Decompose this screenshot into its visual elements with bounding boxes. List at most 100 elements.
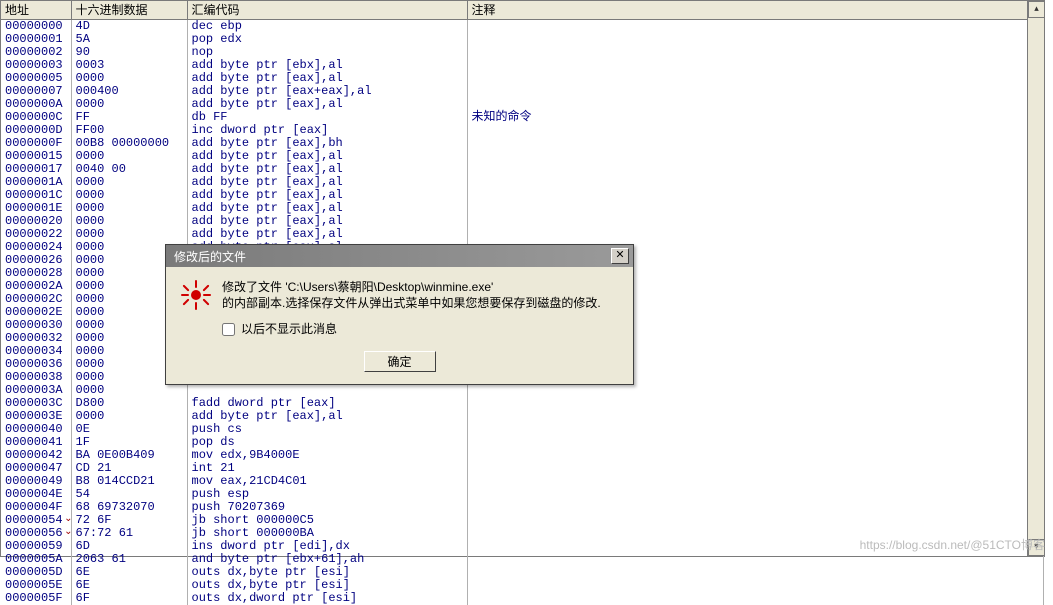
table-row[interactable]: 00000056⌄67:72 61jb short 000000BA bbox=[1, 527, 1044, 540]
cell-address: 00000056⌄ bbox=[1, 527, 71, 540]
table-row[interactable]: 00000042BA 0E00B409mov edx,9B4000E bbox=[1, 449, 1044, 462]
ok-button[interactable]: 确定 bbox=[364, 351, 436, 372]
table-row[interactable]: 0000003A0000 bbox=[1, 384, 1044, 397]
table-row[interactable]: 00000007000400add byte ptr [eax+eax],al bbox=[1, 85, 1044, 98]
dialog-close-button[interactable]: ✕ bbox=[611, 248, 629, 264]
cell-hex: 0000 bbox=[71, 176, 187, 189]
table-row[interactable]: 000000220000add byte ptr [eax],al bbox=[1, 228, 1044, 241]
cell-comment bbox=[467, 150, 1044, 163]
cell-address: 00000007 bbox=[1, 85, 71, 98]
cell-comment bbox=[467, 488, 1044, 501]
table-row[interactable]: 0000004E54push esp bbox=[1, 488, 1044, 501]
table-row[interactable]: 000000596Dins dword ptr [edi],dx bbox=[1, 540, 1044, 553]
col-header-address[interactable]: 地址 bbox=[1, 1, 71, 19]
cell-address: 00000020 bbox=[1, 215, 71, 228]
cell-address: 0000000D bbox=[1, 124, 71, 137]
table-row[interactable]: 0000004F68 69732070push 70207369 bbox=[1, 501, 1044, 514]
cell-address: 0000003E bbox=[1, 410, 71, 423]
table-row[interactable]: 0000001C0000add byte ptr [eax],al bbox=[1, 189, 1044, 202]
table-row[interactable]: 000000170040 00add byte ptr [eax],al bbox=[1, 163, 1044, 176]
table-row[interactable]: 0000005F6Fouts dx,dword ptr [esi] bbox=[1, 592, 1044, 605]
cell-hex: 6F bbox=[71, 592, 187, 605]
cell-address: 00000049 bbox=[1, 475, 71, 488]
cell-hex: CD 21 bbox=[71, 462, 187, 475]
table-row[interactable]: 00000049B8 014CCD21mov eax,21CD4C01 bbox=[1, 475, 1044, 488]
cell-address: 0000001C bbox=[1, 189, 71, 202]
cell-asm: add byte ptr [eax],al bbox=[187, 215, 467, 228]
table-row[interactable]: 000000004Ddec ebp bbox=[1, 19, 1044, 33]
table-row[interactable]: 00000054⌄72 6Fjb short 000000C5 bbox=[1, 514, 1044, 527]
cell-address: 00000036 bbox=[1, 358, 71, 371]
dialog-titlebar[interactable]: 修改后的文件 ✕ bbox=[166, 245, 633, 267]
table-row[interactable]: 000000411Fpop ds bbox=[1, 436, 1044, 449]
cell-comment bbox=[467, 475, 1044, 488]
jump-marker-icon: ⌄ bbox=[64, 513, 72, 526]
cell-address: 00000015 bbox=[1, 150, 71, 163]
table-row[interactable]: 0000000DFF00inc dword ptr [eax] bbox=[1, 124, 1044, 137]
cell-asm: db FF bbox=[187, 111, 467, 124]
cell-comment bbox=[467, 579, 1044, 592]
cell-address: 0000005A bbox=[1, 553, 71, 566]
table-row[interactable]: 000000015Apop edx bbox=[1, 33, 1044, 46]
cell-address: 0000003C bbox=[1, 397, 71, 410]
cell-hex: 5A bbox=[71, 33, 187, 46]
cell-asm: add byte ptr [eax],al bbox=[187, 150, 467, 163]
cell-comment bbox=[467, 566, 1044, 579]
cell-comment bbox=[467, 397, 1044, 410]
cell-comment bbox=[467, 202, 1044, 215]
cell-asm: add byte ptr [eax],al bbox=[187, 410, 467, 423]
cell-asm: add byte ptr [eax],al bbox=[187, 228, 467, 241]
cell-comment bbox=[467, 46, 1044, 59]
table-row[interactable]: 000000030003add byte ptr [ebx],al bbox=[1, 59, 1044, 72]
cell-address: 00000032 bbox=[1, 332, 71, 345]
table-row[interactable]: 000000200000add byte ptr [eax],al bbox=[1, 215, 1044, 228]
table-row[interactable]: 0000005A2063 61and byte ptr [ebx+61],ah bbox=[1, 553, 1044, 566]
cell-address: 0000002C bbox=[1, 293, 71, 306]
cell-asm: add byte ptr [ebx],al bbox=[187, 59, 467, 72]
cell-address: 0000004E bbox=[1, 488, 71, 501]
vertical-scrollbar[interactable]: ▴ ▾ bbox=[1027, 1, 1044, 556]
cell-address: 0000005D bbox=[1, 566, 71, 579]
table-row[interactable]: 000000050000add byte ptr [eax],al bbox=[1, 72, 1044, 85]
table-row[interactable]: 0000000F00B8 00000000add byte ptr [eax],… bbox=[1, 137, 1044, 150]
cell-asm bbox=[187, 384, 467, 397]
cell-asm: add byte ptr [eax+eax],al bbox=[187, 85, 467, 98]
dialog-title-text: 修改后的文件 bbox=[174, 248, 246, 265]
cell-hex: 0E bbox=[71, 423, 187, 436]
table-row[interactable]: 00000047CD 21int 21 bbox=[1, 462, 1044, 475]
table-row[interactable]: 0000001A0000add byte ptr [eax],al bbox=[1, 176, 1044, 189]
cell-asm: outs dx,dword ptr [esi] bbox=[187, 592, 467, 605]
col-header-hex[interactable]: 十六进制数据 bbox=[71, 1, 187, 19]
table-row[interactable]: 0000001E0000add byte ptr [eax],al bbox=[1, 202, 1044, 215]
scroll-up-button[interactable]: ▴ bbox=[1028, 1, 1045, 18]
table-row[interactable]: 000000150000add byte ptr [eax],al bbox=[1, 150, 1044, 163]
cell-comment bbox=[467, 19, 1044, 33]
cell-hex: 0000 bbox=[71, 72, 187, 85]
table-row[interactable]: 0000003CD800fadd dword ptr [eax] bbox=[1, 397, 1044, 410]
cell-hex: 4D bbox=[71, 19, 187, 33]
table-row[interactable]: 000000400Epush cs bbox=[1, 423, 1044, 436]
table-row[interactable]: 0000005E6Eouts dx,byte ptr [esi] bbox=[1, 579, 1044, 592]
cell-address: 00000005 bbox=[1, 72, 71, 85]
cell-asm: int 21 bbox=[187, 462, 467, 475]
cell-comment bbox=[467, 527, 1044, 540]
cell-address: 0000000A bbox=[1, 98, 71, 111]
table-row[interactable]: 0000003E0000add byte ptr [eax],al bbox=[1, 410, 1044, 423]
cell-hex: 000400 bbox=[71, 85, 187, 98]
table-row[interactable]: 0000000CFFdb FF未知的命令 bbox=[1, 111, 1044, 124]
col-header-comment[interactable]: 注释 bbox=[467, 1, 1044, 19]
cell-hex: 0000 bbox=[71, 410, 187, 423]
cell-asm: and byte ptr [ebx+61],ah bbox=[187, 553, 467, 566]
cell-comment bbox=[467, 189, 1044, 202]
table-row[interactable]: 0000000290nop bbox=[1, 46, 1044, 59]
cell-hex: 6E bbox=[71, 579, 187, 592]
scroll-down-button[interactable]: ▾ bbox=[1028, 539, 1045, 556]
table-row[interactable]: 0000000A0000add byte ptr [eax],al bbox=[1, 98, 1044, 111]
table-row[interactable]: 0000005D6Eouts dx,byte ptr [esi] bbox=[1, 566, 1044, 579]
dont-show-again-checkbox[interactable] bbox=[222, 323, 235, 336]
col-header-asm[interactable]: 汇编代码 bbox=[187, 1, 467, 19]
cell-asm: jb short 000000C5 bbox=[187, 514, 467, 527]
cell-address: 00000034 bbox=[1, 345, 71, 358]
cell-address: 00000040 bbox=[1, 423, 71, 436]
cell-address: 00000022 bbox=[1, 228, 71, 241]
